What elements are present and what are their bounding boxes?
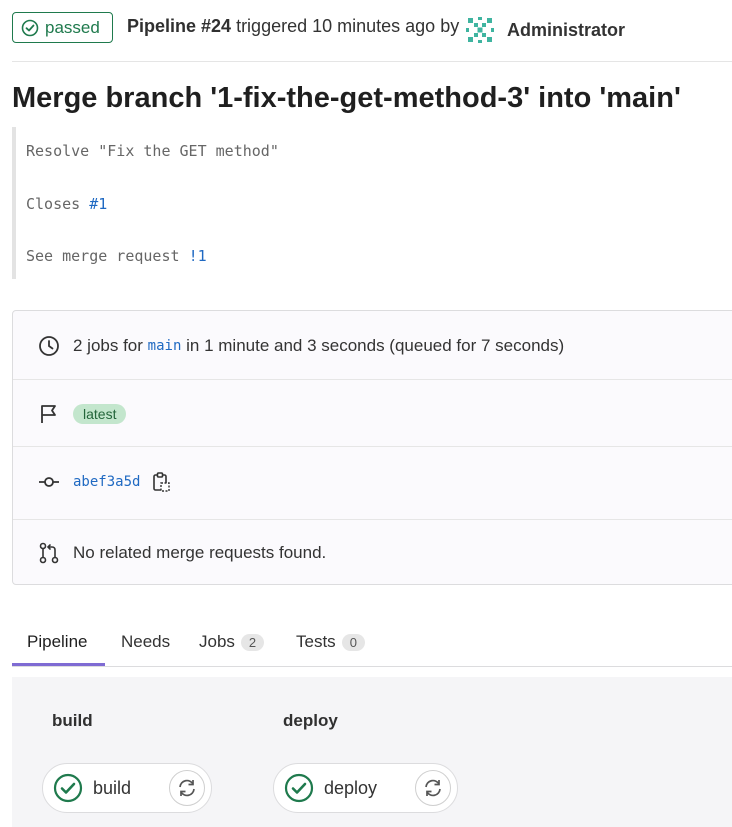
job-deploy[interactable]: deploy xyxy=(273,763,458,813)
clock-icon xyxy=(37,335,61,357)
see-mr-label: See merge request xyxy=(26,247,189,265)
merge-request-icon xyxy=(37,542,61,564)
jobs-prefix: 2 jobs for xyxy=(73,336,143,355)
stage-deploy-title: deploy xyxy=(283,711,338,730)
merge-request-line: See merge request !1 xyxy=(26,247,207,265)
retry-icon[interactable] xyxy=(415,770,451,806)
closes-line: Closes #1 xyxy=(26,195,107,213)
job-build[interactable]: build xyxy=(42,763,212,813)
header-divider xyxy=(12,61,732,62)
issue-link[interactable]: #1 xyxy=(89,195,107,213)
commit-sha-link[interactable]: abef3a5d xyxy=(73,474,140,490)
merge-request-link[interactable]: !1 xyxy=(189,247,207,265)
pipeline-info-panel: 2 jobs for main in 1 minute and 3 second… xyxy=(12,310,732,585)
flag-icon xyxy=(37,403,61,425)
tab-jobs[interactable]: Jobs 2 xyxy=(199,618,265,666)
active-tab-indicator xyxy=(12,663,105,666)
tab-needs[interactable]: Needs xyxy=(121,618,170,666)
pipeline-tags-row: latest xyxy=(13,401,732,427)
tab-tests[interactable]: Tests 0 xyxy=(296,618,365,666)
latest-badge: latest xyxy=(73,404,127,424)
tests-count-badge: 0 xyxy=(341,633,365,651)
pipeline-duration-row: 2 jobs for main in 1 minute and 3 second… xyxy=(13,333,732,359)
check-circle-icon xyxy=(21,19,39,36)
pipeline-tabs: Pipeline Needs Jobs 2 Tests 0 xyxy=(12,618,732,667)
pipeline-graph: build deploy build deploy xyxy=(12,677,732,827)
commit-message: Resolve "Fix the GET method" Closes #1 S… xyxy=(12,127,306,279)
pipeline-header-text: Pipeline #24 triggered 10 minutes ago by xyxy=(127,16,459,37)
closes-label: Closes xyxy=(26,195,90,213)
related-mr-text: No related merge requests found. xyxy=(73,543,327,562)
job-name: deploy xyxy=(324,777,378,798)
tab-pipeline[interactable]: Pipeline xyxy=(27,618,88,666)
avatar-icon xyxy=(466,17,494,43)
tab-label: Needs xyxy=(121,632,171,651)
user-link[interactable]: Administrator xyxy=(465,15,625,45)
copy-sha-icon[interactable] xyxy=(152,472,171,492)
row-divider xyxy=(13,446,732,447)
tab-label: Tests xyxy=(296,632,336,651)
user-name: Administrator xyxy=(507,19,626,40)
check-circle-icon xyxy=(284,773,314,803)
jobs-count-badge: 2 xyxy=(240,633,265,651)
jobs-suffix: in 1 minute and 3 seconds (queued for 7 … xyxy=(186,336,565,355)
pipeline-id: Pipeline #24 xyxy=(127,16,232,36)
tab-label: Pipeline xyxy=(27,632,88,651)
commit-message-line: Resolve "Fix the GET method" xyxy=(26,142,279,160)
commit-title: Merge branch '1-fix-the-get-method-3' in… xyxy=(12,82,681,114)
commit-icon xyxy=(37,471,61,493)
retry-icon[interactable] xyxy=(169,770,205,806)
tab-label: Jobs xyxy=(199,632,235,651)
stage-build-title: build xyxy=(52,711,93,730)
check-circle-icon xyxy=(53,773,83,803)
row-divider xyxy=(13,519,732,520)
job-name: build xyxy=(93,777,132,798)
triggered-text: triggered 10 minutes ago by xyxy=(231,16,460,36)
pipeline-status-badge[interactable]: passed xyxy=(12,12,113,43)
commit-sha-row: abef3a5d xyxy=(13,469,732,495)
row-divider xyxy=(13,379,732,380)
branch-link[interactable]: main xyxy=(148,338,182,354)
status-label: passed xyxy=(45,17,100,37)
related-mr-row: No related merge requests found. xyxy=(13,540,732,566)
